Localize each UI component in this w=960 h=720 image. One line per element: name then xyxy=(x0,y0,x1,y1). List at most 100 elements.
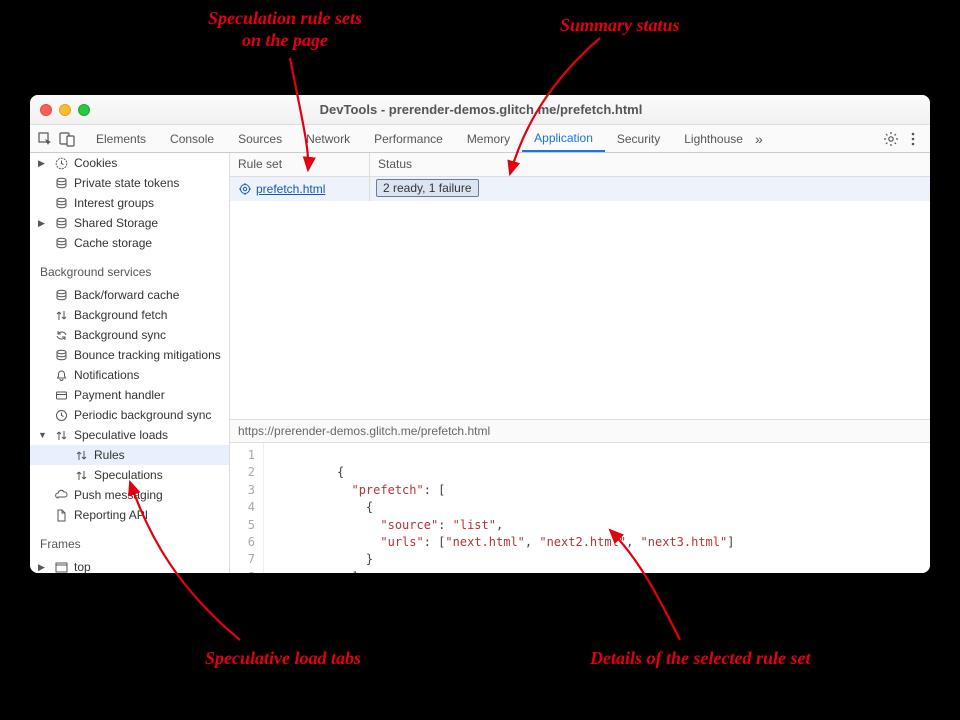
sidebar-item-bounce-tracking[interactable]: Bounce tracking mitigations xyxy=(30,345,229,365)
sidebar-item-label: Notifications xyxy=(74,368,139,382)
sidebar-item-label: Reporting API xyxy=(74,508,148,522)
annotation-speculative-tabs: Speculative load tabs xyxy=(205,648,361,670)
sidebar-item-bfcache[interactable]: Back/forward cache xyxy=(30,285,229,305)
sidebar-item-speculations[interactable]: Speculations xyxy=(30,465,229,485)
ruleset-url: https://prerender-demos.glitch.me/prefet… xyxy=(230,419,930,443)
tab-memory[interactable]: Memory xyxy=(455,125,522,152)
close-icon[interactable] xyxy=(40,104,52,116)
annotation-details: Details of the selected rule set xyxy=(590,648,810,670)
gear-icon[interactable] xyxy=(880,128,902,150)
document-icon xyxy=(54,508,68,522)
sidebar-item-label: Background fetch xyxy=(74,308,167,322)
tab-lighthouse[interactable]: Lighthouse xyxy=(672,125,755,152)
column-ruleset: Rule set xyxy=(230,153,370,176)
maximize-icon[interactable] xyxy=(78,104,90,116)
database-icon xyxy=(54,288,68,302)
updown-icon xyxy=(74,448,88,462)
sidebar-item-periodic-sync[interactable]: Periodic background sync xyxy=(30,405,229,425)
minimize-icon[interactable] xyxy=(59,104,71,116)
status-badge[interactable]: 2 ready, 1 failure xyxy=(376,179,479,197)
tab-network[interactable]: Network xyxy=(294,125,362,152)
expand-icon[interactable]: ▶ xyxy=(38,562,45,573)
inspect-icon[interactable] xyxy=(36,130,54,148)
table-empty-area xyxy=(230,201,930,419)
panel-body: ▶ Cookies Private state tokens Interest … xyxy=(30,153,930,573)
annotation-summary-status: Summary status xyxy=(560,15,680,37)
sidebar-item-label: Cookies xyxy=(74,156,117,170)
card-icon xyxy=(54,388,68,402)
sidebar-item-rules[interactable]: Rules xyxy=(30,445,229,465)
sidebar-item-cache-storage[interactable]: Cache storage xyxy=(30,233,229,253)
tab-elements[interactable]: Elements xyxy=(84,125,158,152)
window-titlebar: DevTools - prerender-demos.glitch.me/pre… xyxy=(30,95,930,125)
sidebar-item-notifications[interactable]: Notifications xyxy=(30,365,229,385)
sync-icon xyxy=(54,328,68,342)
sidebar-item-label: Cache storage xyxy=(74,236,152,250)
sidebar-item-frame-top[interactable]: ▶ top xyxy=(30,557,229,573)
sidebar-item-label: Background sync xyxy=(74,328,166,342)
sidebar-item-label: Push messaging xyxy=(74,488,163,502)
sidebar-item-label: Bounce tracking mitigations xyxy=(74,348,221,362)
sidebar-item-label: Speculations xyxy=(94,468,163,482)
sidebar-item-shared-storage[interactable]: ▶ Shared Storage xyxy=(30,213,229,233)
updown-icon xyxy=(54,308,68,322)
sidebar-section-background: Background services xyxy=(30,253,229,285)
sidebar-item-cookies[interactable]: ▶ Cookies xyxy=(30,153,229,173)
database-icon xyxy=(54,348,68,362)
tab-performance[interactable]: Performance xyxy=(362,125,455,152)
sidebar-item-push-messaging[interactable]: Push messaging xyxy=(30,485,229,505)
bell-icon xyxy=(54,368,68,382)
sidebar-item-reporting-api[interactable]: Reporting API xyxy=(30,505,229,525)
sidebar-section-frames: Frames xyxy=(30,525,229,557)
sidebar-item-speculative-loads[interactable]: ▼ Speculative loads xyxy=(30,425,229,445)
expand-icon[interactable]: ▶ xyxy=(38,218,45,229)
sidebar-item-background-fetch[interactable]: Background fetch xyxy=(30,305,229,325)
rules-panel: Rule set Status prefetch.html 2 ready, 1… xyxy=(230,153,930,573)
annotation-rulesets: Speculation rule setson the page xyxy=(180,8,390,51)
updown-icon xyxy=(74,468,88,482)
tab-sources[interactable]: Sources xyxy=(226,125,294,152)
tab-security[interactable]: Security xyxy=(605,125,672,152)
application-sidebar: ▶ Cookies Private state tokens Interest … xyxy=(30,153,230,573)
clock-icon xyxy=(54,156,68,170)
database-icon xyxy=(54,196,68,210)
database-icon xyxy=(54,176,68,190)
sidebar-item-label: Payment handler xyxy=(74,388,165,402)
window-controls xyxy=(40,104,90,116)
ruleset-link[interactable]: prefetch.html xyxy=(256,182,325,196)
sidebar-item-label: Shared Storage xyxy=(74,216,158,230)
sidebar-item-payment-handler[interactable]: Payment handler xyxy=(30,385,229,405)
sidebar-item-label: Speculative loads xyxy=(74,428,168,442)
expand-icon[interactable]: ▶ xyxy=(38,158,45,169)
sidebar-item-interest-groups[interactable]: Interest groups xyxy=(30,193,229,213)
cloud-icon xyxy=(54,488,68,502)
sidebar-item-label: Interest groups xyxy=(74,196,154,210)
sidebar-item-label: Periodic background sync xyxy=(74,408,211,422)
sidebar-item-label: Back/forward cache xyxy=(74,288,179,302)
column-status: Status xyxy=(370,153,930,176)
ruleset-cell[interactable]: prefetch.html xyxy=(230,177,370,201)
kebab-icon[interactable] xyxy=(902,128,924,150)
sidebar-item-private-state-tokens[interactable]: Private state tokens xyxy=(30,173,229,193)
rules-table-row[interactable]: prefetch.html 2 ready, 1 failure xyxy=(230,177,930,201)
line-gutter: 1 2 3 4 5 6 7 8 9 xyxy=(230,443,264,573)
status-cell: 2 ready, 1 failure xyxy=(370,177,930,201)
database-icon xyxy=(54,236,68,250)
devtools-tabbar: Elements Console Sources Network Perform… xyxy=(30,125,930,153)
device-toggle-icon[interactable] xyxy=(58,130,76,148)
ruleset-source-viewer: 1 2 3 4 5 6 7 8 9 { "prefetch": [ { "sou… xyxy=(230,443,930,573)
tab-application[interactable]: Application xyxy=(522,125,605,152)
collapse-icon[interactable]: ▼ xyxy=(38,430,47,440)
tab-console[interactable]: Console xyxy=(158,125,226,152)
sidebar-item-background-sync[interactable]: Background sync xyxy=(30,325,229,345)
frame-icon xyxy=(54,560,68,573)
more-tabs-icon[interactable]: » xyxy=(755,131,763,147)
devtools-window: DevTools - prerender-demos.glitch.me/pre… xyxy=(30,95,930,573)
sidebar-item-label: Private state tokens xyxy=(74,176,179,190)
sidebar-item-label: top xyxy=(74,560,91,573)
code-content: { "prefetch": [ { "source": "list", "url… xyxy=(264,443,742,573)
window-title: DevTools - prerender-demos.glitch.me/pre… xyxy=(90,102,872,117)
clock-icon xyxy=(54,408,68,422)
database-icon xyxy=(54,216,68,230)
rules-table-header: Rule set Status xyxy=(230,153,930,177)
